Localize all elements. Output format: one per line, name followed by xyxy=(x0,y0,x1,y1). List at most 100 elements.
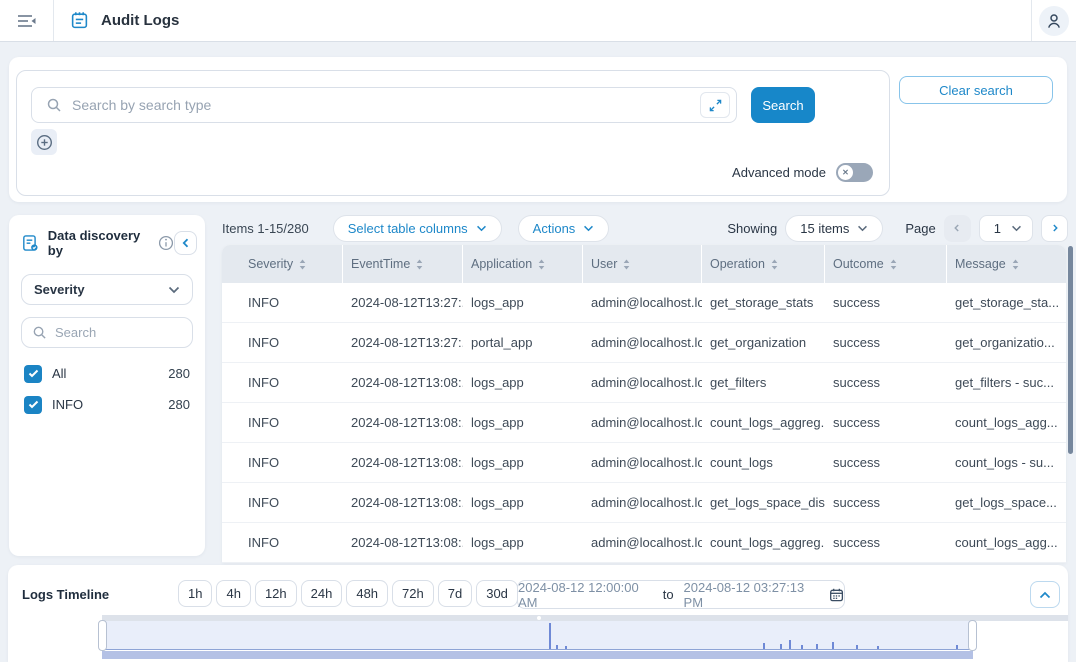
table-body: INFO2024-08-12T13:27:...logs_appadmin@lo… xyxy=(222,283,1066,563)
sort-icon[interactable] xyxy=(623,259,630,270)
timeline-range-button[interactable]: 1h xyxy=(178,580,212,607)
table-cell: get_storage_stats xyxy=(702,295,825,310)
discovery-field-select[interactable]: Severity xyxy=(21,274,193,305)
next-page-button[interactable] xyxy=(1041,215,1068,242)
sort-icon[interactable] xyxy=(538,259,545,270)
timeline-range-button[interactable]: 48h xyxy=(346,580,388,607)
table-cell: success xyxy=(825,415,947,430)
table-cell: get_filters xyxy=(702,375,825,390)
date-from: 2024-08-12 12:00:00 AM xyxy=(518,580,653,610)
column-header[interactable]: User xyxy=(583,245,702,283)
filter-row[interactable]: INFO 280 xyxy=(9,389,205,420)
column-header[interactable]: Outcome xyxy=(825,245,947,283)
sort-icon[interactable] xyxy=(299,259,306,270)
column-header[interactable]: Message xyxy=(947,245,1066,283)
timeline-range-buttons: 1h4h12h24h48h72h7d30dtoday xyxy=(178,580,574,607)
filter-count: 280 xyxy=(168,366,190,381)
table-cell: logs_app xyxy=(463,375,583,390)
page-number-select[interactable]: 1 xyxy=(979,215,1033,242)
timeline-range-button[interactable]: 72h xyxy=(392,580,434,607)
sidebar-collapse-button[interactable] xyxy=(0,0,54,41)
table-row[interactable]: INFO2024-08-12T13:08:...logs_appadmin@lo… xyxy=(222,403,1066,443)
brush-strip-dot xyxy=(537,616,541,620)
table-cell: success xyxy=(825,295,947,310)
audit-logs-icon xyxy=(70,11,89,30)
add-condition-button[interactable] xyxy=(31,129,57,155)
timeline-range-button[interactable]: 12h xyxy=(255,580,297,607)
table-cell: count_logs_aggreg... xyxy=(702,535,825,550)
sort-icon[interactable] xyxy=(416,259,423,270)
timeline-range-button[interactable]: 4h xyxy=(216,580,250,607)
data-discovery-sidebar: Data discovery by Severity Search xyxy=(9,215,205,556)
checkbox-checked-icon[interactable] xyxy=(24,365,42,383)
column-label: Application xyxy=(471,257,532,271)
timeline-brush-selection[interactable] xyxy=(102,621,973,650)
logs-timeline-panel: Logs Timeline 1h4h12h24h48h72h7d30dtoday… xyxy=(8,565,1068,662)
table-cell: get_filters - suc... xyxy=(947,375,1066,390)
search-input[interactable]: Search by search type xyxy=(31,87,737,123)
date-range-picker[interactable]: 2024-08-12 12:00:00 AM to 2024-08-12 03:… xyxy=(517,580,845,609)
timeline-range-button[interactable]: 24h xyxy=(301,580,343,607)
user-avatar-button[interactable] xyxy=(1039,6,1069,36)
actions-button[interactable]: Actions xyxy=(518,215,610,242)
table-row[interactable]: INFO2024-08-12T13:27:...portal_appadmin@… xyxy=(222,323,1066,363)
sort-icon[interactable] xyxy=(771,259,778,270)
filter-search-placeholder: Search xyxy=(55,325,96,340)
timeline-collapse-button[interactable] xyxy=(1030,581,1060,608)
page-size-select[interactable]: 15 items xyxy=(785,215,883,242)
table-cell: admin@localhost.lo... xyxy=(583,415,702,430)
select-columns-button[interactable]: Select table columns xyxy=(333,215,502,242)
table-cell: INFO xyxy=(222,535,343,550)
table-cell: 2024-08-12T13:27:... xyxy=(343,335,463,350)
column-header[interactable]: Operation xyxy=(702,245,825,283)
brush-right-handle[interactable] xyxy=(968,620,977,651)
brush-left-handle[interactable] xyxy=(98,620,107,651)
histogram-spike xyxy=(816,644,818,649)
histogram-spike xyxy=(956,645,958,649)
chevron-down-icon xyxy=(168,286,180,294)
expand-editor-button[interactable] xyxy=(700,92,730,118)
table-cell: INFO xyxy=(222,375,343,390)
search-icon xyxy=(32,325,47,340)
audit-logs-table: Severity EventTime Application User Oper… xyxy=(222,245,1066,563)
filter-label: All xyxy=(52,366,66,381)
column-header[interactable]: Application xyxy=(463,245,583,283)
previous-page-button[interactable] xyxy=(944,215,971,242)
sort-icon[interactable] xyxy=(890,259,897,270)
table-scrollbar[interactable] xyxy=(1068,246,1073,454)
sort-icon[interactable] xyxy=(1012,259,1019,270)
filter-row[interactable]: All 280 xyxy=(9,358,205,389)
clear-search-button[interactable]: Clear search xyxy=(899,76,1053,104)
table-cell: INFO xyxy=(222,455,343,470)
table-cell: 2024-08-12T13:08:... xyxy=(343,455,463,470)
table-row[interactable]: INFO2024-08-12T13:27:...logs_appadmin@lo… xyxy=(222,283,1066,323)
histogram-spike xyxy=(801,645,803,649)
table-row[interactable]: INFO2024-08-12T13:08:...logs_appadmin@lo… xyxy=(222,523,1066,563)
timeline-range-button[interactable]: 30d xyxy=(476,580,518,607)
histogram-spike xyxy=(780,644,782,649)
search-icon xyxy=(46,97,62,113)
table-cell: count_logs_aggreg... xyxy=(702,415,825,430)
column-header[interactable]: Severity xyxy=(222,245,343,283)
table-row[interactable]: INFO2024-08-12T13:08:...logs_appadmin@lo… xyxy=(222,483,1066,523)
query-builder-panel: Search by search type Search Advanced mo xyxy=(16,70,890,196)
filter-search-input[interactable]: Search xyxy=(21,317,193,348)
table-row[interactable]: INFO2024-08-12T13:08:...logs_appadmin@lo… xyxy=(222,443,1066,483)
column-header[interactable]: EventTime xyxy=(343,245,463,283)
sidebar-panel-collapse-button[interactable] xyxy=(174,231,197,255)
histogram-spike xyxy=(549,623,551,649)
table-cell: 2024-08-12T13:08:... xyxy=(343,375,463,390)
showing-label: Showing xyxy=(727,221,777,236)
table-cell: get_logs_space... xyxy=(947,495,1066,510)
table-cell: INFO xyxy=(222,335,343,350)
document-check-icon xyxy=(21,233,40,253)
search-button[interactable]: Search xyxy=(751,87,815,123)
timeline-range-button[interactable]: 7d xyxy=(438,580,472,607)
timeline-title: Logs Timeline xyxy=(22,587,109,602)
checkbox-checked-icon[interactable] xyxy=(24,396,42,414)
sidebar-title: Data discovery by xyxy=(48,228,153,258)
advanced-mode-toggle[interactable]: ✕ xyxy=(836,163,873,182)
table-cell: logs_app xyxy=(463,535,583,550)
table-row[interactable]: INFO2024-08-12T13:08:...logs_appadmin@lo… xyxy=(222,363,1066,403)
info-icon[interactable] xyxy=(158,235,174,251)
